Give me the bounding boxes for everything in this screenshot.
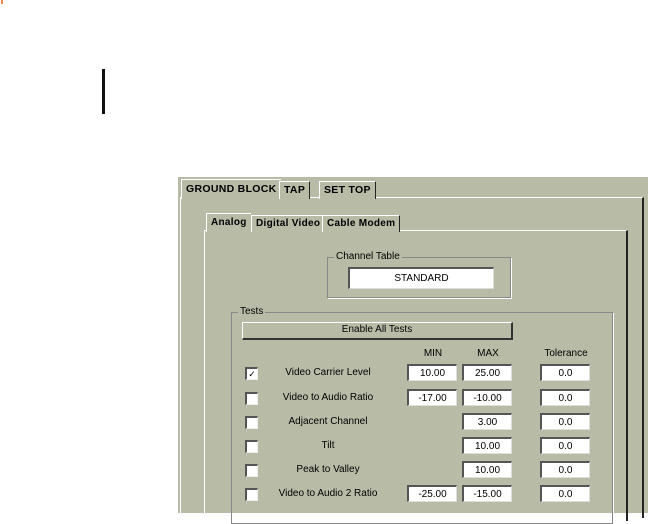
max-field[interactable]: 25.00 [462,364,512,381]
enable-all-tests-button[interactable]: Enable All Tests [242,322,513,340]
tolerance-field[interactable]: 0.0 [540,389,590,406]
min-header: MIN [423,348,443,359]
max-field[interactable]: 3.00 [462,413,512,430]
tab-tap[interactable]: TAP [279,181,311,199]
max-field[interactable]: -10.00 [462,389,512,406]
channel-table-legend: Channel Table [334,251,402,262]
test-label: Video to Audio 2 Ratio [278,488,378,499]
tolerance-header: Tolerance [544,348,588,359]
test-label: Tilt [321,440,335,451]
max-field[interactable]: 10.00 [462,437,512,454]
test-label: Adjacent Channel [288,416,368,427]
min-field[interactable]: -25.00 [407,485,457,502]
tab-cable-modem[interactable]: Cable Modem [322,215,401,232]
tab-ground-block[interactable]: GROUND BLOCK [181,179,281,199]
tolerance-field[interactable]: 0.0 [540,413,590,430]
max-header: MAX [477,348,499,359]
channel-table-group: Channel Table STANDARD [327,251,511,298]
tolerance-field[interactable]: 0.0 [540,461,590,478]
tolerance-field[interactable]: 0.0 [540,437,590,454]
max-field[interactable]: 10.00 [462,461,512,478]
test-label: Video Carrier Level [285,367,371,378]
min-field[interactable]: -17.00 [407,389,457,406]
tests-group: Tests Enable All Tests MIN MAX Tolerance… [231,306,613,524]
channel-table-field[interactable]: STANDARD [348,267,494,289]
settings-panel: GROUND BLOCK TAP SET TOP Analog Digital … [178,177,648,524]
corner-mark [1,0,3,4]
tolerance-field[interactable]: 0.0 [540,485,590,502]
tab-digital-video[interactable]: Digital Video [251,215,326,232]
test-label: Peak to Valley [296,464,360,475]
tab-analog[interactable]: Analog [206,213,251,232]
tab-set-top[interactable]: SET TOP [319,181,376,199]
text-cursor [102,69,105,114]
test-label: Video to Audio Ratio [282,392,374,403]
tests-legend: Tests [238,306,266,317]
min-field[interactable]: 10.00 [407,364,457,381]
tolerance-field[interactable]: 0.0 [540,364,590,381]
max-field[interactable]: -15.00 [462,485,512,502]
